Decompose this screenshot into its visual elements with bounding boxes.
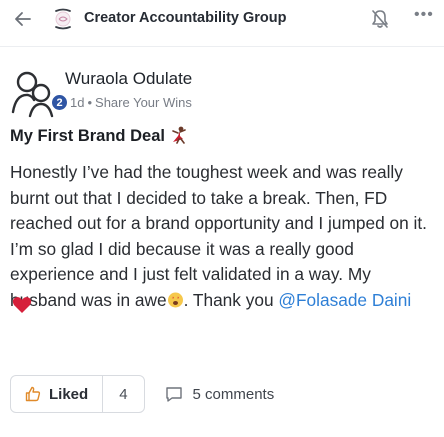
avatar[interactable] [10,68,60,118]
like-count[interactable]: 4 [103,386,143,403]
top-bar: Creator Accountability Group ••• [0,0,444,40]
comments-button[interactable]: 5 comments [165,385,275,403]
post-body: Honestly I’ve had the toughest week and … [10,160,438,313]
more-options-icon[interactable]: ••• [414,6,434,24]
like-label: Liked [49,385,89,403]
group-logo-icon[interactable] [52,7,74,31]
comments-label: 5 comments [192,385,275,403]
like-button[interactable]: Liked [11,376,104,412]
post-body-text: Honestly I’ve had the toughest week and … [10,162,427,310]
thumbs-up-icon [25,386,41,402]
heart-emoji-icon [12,297,32,313]
post-category[interactable]: Share Your Wins [95,95,192,110]
dancer-emoji-icon [172,126,186,144]
post-title-text: My First Brand Deal [10,127,165,145]
comment-bubble-icon [165,387,182,402]
meta-separator: • [87,95,93,110]
group-title[interactable]: Creator Accountability Group [84,10,286,26]
post-title: My First Brand Deal [10,126,189,146]
member-level-badge: 2 [51,94,68,111]
post-meta: 1d • Share Your Wins [70,95,192,110]
bell-off-icon[interactable] [370,7,390,31]
author-name[interactable]: Wuraola Odulate [65,69,192,89]
like-box: Liked 4 [10,375,145,413]
post-actions: Liked 4 5 comments [10,374,274,414]
post-body-text-2: . Thank you [183,289,279,310]
back-arrow-icon[interactable] [12,8,34,30]
star-struck-emoji-icon [167,292,183,307]
header-divider [0,46,444,47]
mention-link[interactable]: @Folasade Daini [278,290,411,310]
post-time: 1d [70,95,85,110]
